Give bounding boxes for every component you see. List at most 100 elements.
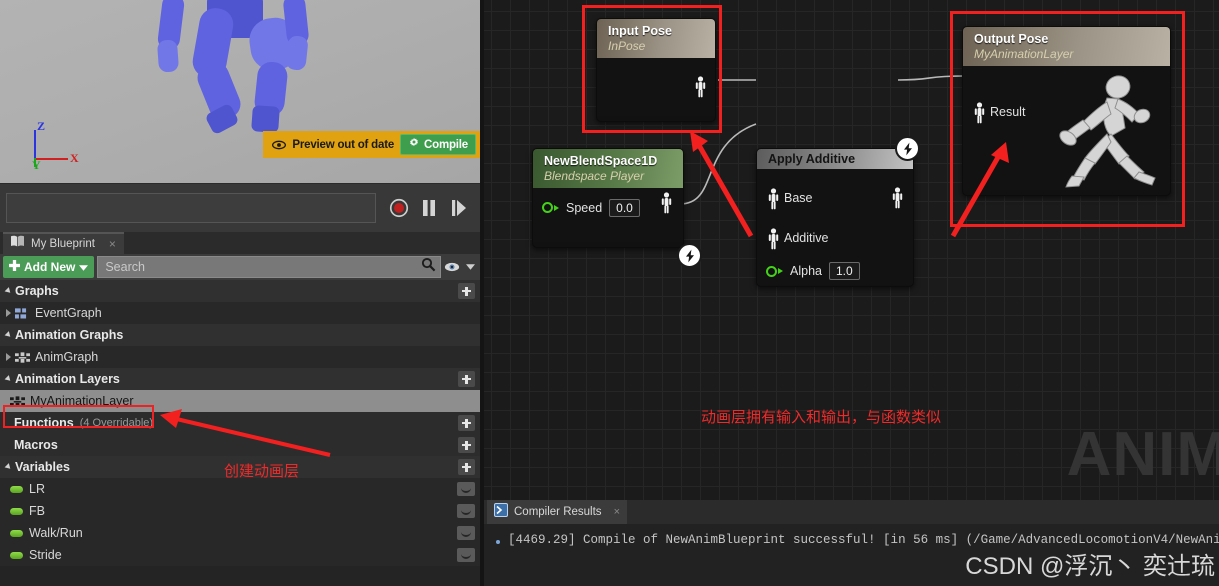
add-graph-button[interactable] (458, 283, 475, 299)
record-button[interactable] (384, 193, 414, 223)
left-panel: Z X Y Preview out of date Compile My Blu… (0, 0, 480, 586)
add-macro-button[interactable] (458, 437, 475, 453)
node-apply-additive[interactable]: Apply Additive Base Additive Alpha 1.0 (756, 148, 914, 287)
timeline-scrub-field[interactable] (6, 193, 376, 223)
functions-override-count: (4 Overridable) (79, 417, 154, 429)
node-pin-label: Result (990, 105, 1026, 119)
data-pin-icon[interactable] (542, 202, 553, 213)
node-pin-label: Base (784, 191, 813, 205)
tree-item-variable[interactable]: FB (0, 500, 480, 522)
node-newblendspace1d[interactable]: NewBlendSpace1D Blendspace Player Speed … (532, 148, 684, 248)
panel-divider[interactable] (480, 0, 484, 586)
annotation-create-layer-text: 创建动画层 (224, 463, 300, 480)
tab-compiler-results[interactable]: Compiler Results × (487, 500, 627, 524)
axis-label-y: Y (32, 158, 41, 172)
pause-button[interactable] (414, 193, 444, 223)
tree-category-animation-graphs[interactable]: Animation Graphs (0, 324, 480, 346)
tree-item-label: Walk/Run (29, 526, 83, 540)
node-pin-value[interactable]: 0.0 (609, 198, 640, 217)
add-animation-layer-button[interactable] (458, 371, 475, 387)
search-field[interactable] (97, 256, 441, 278)
tree-item-variable[interactable]: Walk/Run (0, 522, 480, 544)
annotation-graph-text: 动画层拥有输入和输出，与函数类似 (701, 409, 942, 426)
log-bullet-icon (496, 540, 500, 544)
variable-visibility-toggle[interactable] (457, 548, 475, 562)
node-title: NewBlendSpace1D (544, 154, 658, 168)
tree-category-label: Variables (15, 460, 70, 474)
tree-item-variable[interactable]: LR (0, 478, 480, 500)
tree-item-myanimationlayer[interactable]: MyAnimationLayer (0, 390, 480, 412)
pose-pin-icon[interactable] (892, 187, 903, 209)
compiler-results-tab-strip: Compiler Results × (484, 500, 1219, 524)
chevron-down-icon (4, 375, 13, 383)
node-title: Input Pose (608, 24, 672, 38)
add-new-button-label: Add New (24, 260, 76, 274)
csdn-watermark: CSDN @浮沉丶 奕辻琉 (965, 553, 1215, 580)
my-blueprint-tree: Graphs EventGraph Animation Graphs AnimG… (0, 280, 480, 586)
graph-type-watermark: ANIM (1066, 420, 1219, 489)
pose-pin-icon[interactable] (768, 188, 779, 210)
node-header: Apply Additive (757, 149, 913, 169)
tree-category-macros[interactable]: Macros (0, 434, 480, 456)
chevron-down-icon (79, 258, 89, 276)
chevron-down-icon (4, 287, 13, 295)
node-subtitle: Blendspace Player (544, 169, 645, 183)
compiler-results-message: [4469.29] Compile of NewAnimBlueprint su… (508, 533, 1219, 547)
tree-category-animation-layers[interactable]: Animation Layers (0, 368, 480, 390)
node-pin-label: Additive (784, 231, 829, 245)
visibility-eye-button[interactable] (441, 256, 463, 278)
compiler-results-log[interactable]: [4469.29] Compile of NewAnimBlueprint su… (484, 524, 1219, 586)
tree-item-label: Stride (29, 548, 62, 562)
my-blueprint-toolbar: Add New (0, 254, 480, 280)
chevron-right-icon[interactable] (6, 309, 11, 317)
node-input-pose[interactable]: Input Pose InPose (596, 18, 716, 122)
chevron-right-icon[interactable] (6, 353, 11, 361)
tree-category-graphs[interactable]: Graphs (0, 280, 480, 302)
tab-compiler-results-label: Compiler Results (514, 506, 602, 518)
node-body: Result (963, 66, 1170, 190)
variable-visibility-toggle[interactable] (457, 526, 475, 540)
search-input[interactable] (105, 260, 421, 274)
node-pin-label: Speed (566, 200, 603, 215)
add-function-button[interactable] (458, 415, 475, 431)
preview-viewport[interactable]: Z X Y Preview out of date Compile (0, 0, 480, 183)
visibility-dropdown-caret[interactable] (463, 256, 477, 278)
variable-visibility-toggle[interactable] (457, 504, 475, 518)
variable-visibility-toggle[interactable] (457, 482, 475, 496)
tree-category-label: Animation Layers (15, 372, 120, 386)
tree-item-animgraph[interactable]: AnimGraph (0, 346, 480, 368)
step-forward-button[interactable] (444, 193, 474, 223)
pin-arrow-icon (778, 268, 783, 274)
node-subtitle: InPose (608, 39, 646, 53)
add-new-button[interactable]: Add New (3, 256, 95, 278)
gear-icon (408, 136, 420, 154)
node-pin-base[interactable]: Base (757, 178, 913, 218)
tree-category-functions[interactable]: Functions (4 Overridable) (0, 412, 480, 434)
add-variable-button[interactable] (458, 459, 475, 475)
tree-item-label: LR (29, 482, 45, 496)
pose-pin-icon[interactable] (661, 192, 672, 214)
search-icon[interactable] (421, 257, 436, 277)
pose-pin-icon[interactable] (695, 76, 706, 98)
tree-item-label: FB (29, 504, 45, 518)
lightning-bolt-badge (677, 243, 702, 268)
node-pin-label: Alpha (790, 264, 822, 278)
pose-pin-icon[interactable] (974, 102, 985, 124)
tab-my-blueprint[interactable]: My Blueprint × (3, 232, 124, 254)
close-icon[interactable]: × (109, 237, 116, 251)
pose-pin-icon[interactable] (768, 228, 779, 250)
tree-item-variable[interactable]: Stride (0, 544, 480, 566)
data-pin-icon[interactable] (766, 265, 777, 277)
tree-item-label: EventGraph (35, 306, 102, 320)
node-output-pose[interactable]: Output Pose MyAnimationLayer Result (962, 26, 1171, 196)
axis-label-x: X (70, 151, 79, 165)
close-icon[interactable]: × (614, 506, 620, 518)
tree-item-eventgraph[interactable]: EventGraph (0, 302, 480, 324)
anim-graph-canvas[interactable]: ANIM Input Pose InPose NewBlendSpace1D B… (484, 0, 1219, 500)
node-pin-value[interactable]: 1.0 (828, 262, 860, 280)
compile-button[interactable]: Compile (400, 134, 476, 155)
node-pin-additive[interactable]: Additive (757, 218, 913, 258)
node-pin-alpha[interactable]: Alpha 1.0 (757, 258, 913, 284)
node-header: NewBlendSpace1D Blendspace Player (533, 149, 683, 188)
event-graph-icon (15, 307, 30, 319)
